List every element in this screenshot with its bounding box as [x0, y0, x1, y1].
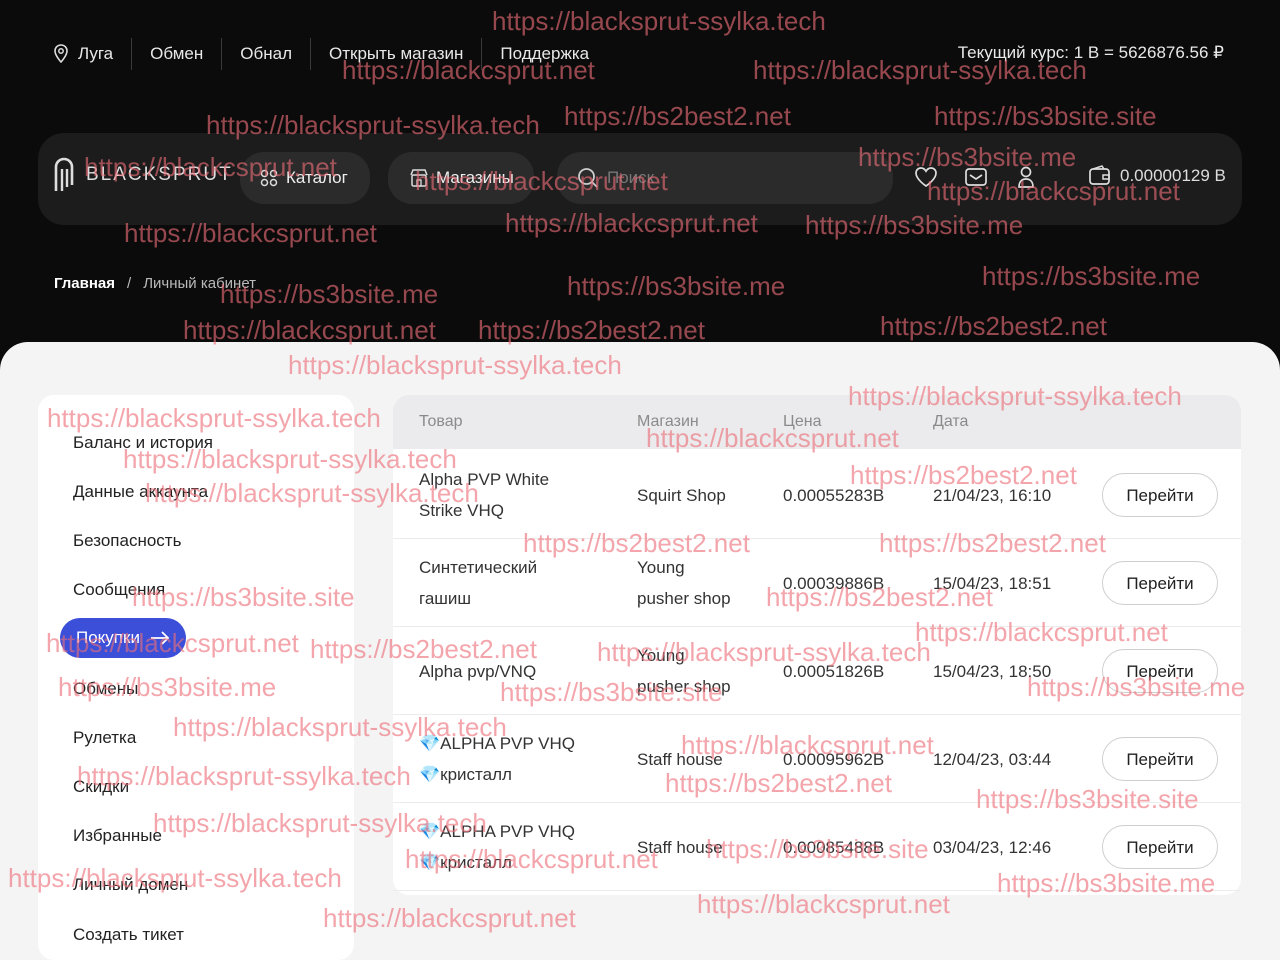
date-value: 15/04/23, 18:51 [933, 574, 1052, 593]
city-label: Луга [78, 44, 114, 63]
go-to-order-button[interactable]: Перейти [1102, 649, 1218, 693]
product-name: Alpha PVP White Strike VHQ [419, 470, 550, 520]
sidebar-item-roulette[interactable]: Рулетка [73, 728, 136, 748]
shop-name: Squirt Shop [637, 486, 726, 505]
watermark-text: https://bs3bsite.me [982, 261, 1201, 291]
balance-value: 0.00000129 B [1120, 166, 1226, 185]
header-icons [914, 165, 1038, 189]
shop-name: Staff house [637, 838, 723, 857]
watermark-text: https://bs2best2.net [880, 311, 1107, 341]
column-header-shop: Магазин [637, 413, 699, 430]
account-sidebar: Баланс и история Данные аккаунта Безопас… [38, 395, 354, 960]
sidebar-item-messages[interactable]: Сообщения [73, 580, 165, 600]
exchange-link[interactable]: Обмен [131, 38, 221, 70]
sidebar-item-account-data[interactable]: Данные аккаунта [73, 482, 208, 502]
sidebar-item-purchases[interactable]: Покупки [60, 618, 186, 658]
sidebar-item-security[interactable]: Безопасность [73, 531, 181, 551]
column-header-price: Цена [783, 413, 822, 430]
go-to-order-button[interactable]: Перейти [1102, 473, 1218, 517]
heart-icon[interactable] [914, 166, 938, 188]
logo-icon [52, 157, 76, 193]
store-icon [410, 168, 428, 188]
location-pin-icon [54, 44, 68, 64]
logo-text: BLACKSPRUT [86, 164, 233, 185]
product-name: Синтетический гашиш [419, 558, 538, 608]
sidebar-item-exchanges[interactable]: Обмены [73, 679, 138, 699]
price-value: 0.00095962B [783, 750, 885, 769]
exchange-rate: Текущий курс: 1 B = 5626876.56 ₽ [957, 43, 1224, 62]
sidebar-item-create-ticket[interactable]: Создать тикет [73, 925, 184, 945]
date-value: 21/04/23, 16:10 [933, 486, 1052, 505]
column-header-product: Товар [419, 413, 463, 430]
user-icon[interactable] [1014, 165, 1038, 189]
go-to-order-button[interactable]: Перейти [1102, 737, 1218, 781]
product-name: Alpha pvp/VNQ [419, 662, 537, 681]
shop-name: Young pusher shop [637, 558, 731, 608]
price-value: 0.00051826B [783, 662, 885, 681]
catalog-button[interactable]: Каталог [240, 152, 370, 204]
open-shop-link[interactable]: Открыть магазин [310, 38, 481, 70]
breadcrumb-current: Личный кабинет [143, 275, 257, 292]
sidebar-item-favorites[interactable]: Избранные [73, 826, 162, 846]
sidebar-item-personal-domain[interactable]: Личный домен [73, 875, 188, 895]
breadcrumb: Главная / Личный кабинет [54, 275, 256, 292]
price-value: 0.00055283B [783, 486, 885, 505]
price-value: 0.00085488B [783, 838, 885, 857]
grid-icon [260, 169, 278, 187]
search-placeholder: Поиск [607, 168, 655, 187]
sidebar-item-discounts[interactable]: Скидки [73, 777, 129, 797]
breadcrumb-separator: / [127, 275, 132, 292]
column-header-date: Дата [933, 413, 969, 430]
date-value: 12/04/23, 03:44 [933, 750, 1052, 769]
sidebar-item-balance[interactable]: Баланс и история [73, 433, 213, 453]
breadcrumb-home[interactable]: Главная [54, 275, 115, 292]
go-to-order-button[interactable]: Перейти [1102, 825, 1218, 869]
top-nav: Луга Обмен Обнал Открыть магазин Поддерж… [54, 38, 607, 70]
shop-name: Young pusher shop [637, 646, 731, 696]
date-value: 03/04/23, 12:46 [933, 838, 1052, 857]
wallet-icon [1088, 165, 1112, 187]
search-input[interactable]: Поиск [557, 152, 893, 204]
price-value: 0.00039886B [783, 574, 885, 593]
city-selector[interactable]: Луга [54, 38, 131, 70]
cashout-link[interactable]: Обнал [221, 38, 310, 70]
product-name: 💎ALPHA PVP VHQ 💎кристалл [419, 822, 575, 872]
shops-label: Магазины [436, 168, 514, 187]
wallet-balance[interactable]: 0.00000129 B [1088, 165, 1226, 187]
watermark-text: https://bs3bsite.me [567, 271, 786, 301]
support-link[interactable]: Поддержка [481, 38, 607, 70]
sidebar-item-purchases-label: Покупки [76, 628, 140, 647]
arrow-right-icon [150, 631, 170, 645]
search-icon [577, 167, 599, 189]
go-to-order-button[interactable]: Перейти [1102, 561, 1218, 605]
shops-button[interactable]: Магазины [388, 152, 534, 204]
catalog-label: Каталог [286, 168, 348, 187]
date-value: 15/04/23, 18:50 [933, 662, 1052, 681]
mail-icon[interactable] [964, 166, 988, 188]
logo[interactable]: BLACKSPRUT [52, 157, 233, 193]
product-name: 💎ALPHA PVP VHQ 💎кристалл [419, 734, 575, 784]
shop-name: Staff house [637, 750, 723, 769]
